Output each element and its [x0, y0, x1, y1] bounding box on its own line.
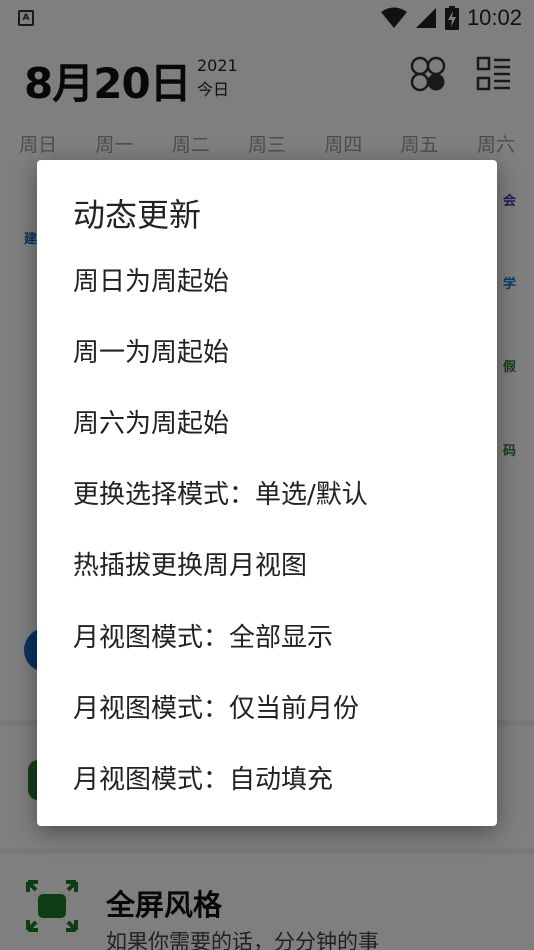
menu-item-month-current-only[interactable]: 月视图模式：仅当前月份	[37, 672, 497, 740]
menu-item-month-show-all[interactable]: 月视图模式：全部显示	[37, 601, 497, 669]
menu-item-monday-start[interactable]: 周一为周起始	[37, 316, 497, 384]
menu-item-sunday-start[interactable]: 周日为周起始	[37, 245, 497, 313]
dialog-title: 动态更新	[73, 196, 202, 234]
menu-item-hot-swap-view[interactable]: 热插拔更换周月视图	[37, 529, 497, 597]
menu-item-saturday-start[interactable]: 周六为周起始	[37, 387, 497, 455]
menu-item-selection-mode[interactable]: 更换选择模式：单选/默认	[37, 458, 497, 526]
dynamic-update-dialog: 动态更新 周日为周起始 周一为周起始 周六为周起始 更换选择模式：单选/默认 热…	[37, 160, 497, 826]
menu-item-month-auto-fill[interactable]: 月视图模式：自动填充	[37, 743, 497, 811]
